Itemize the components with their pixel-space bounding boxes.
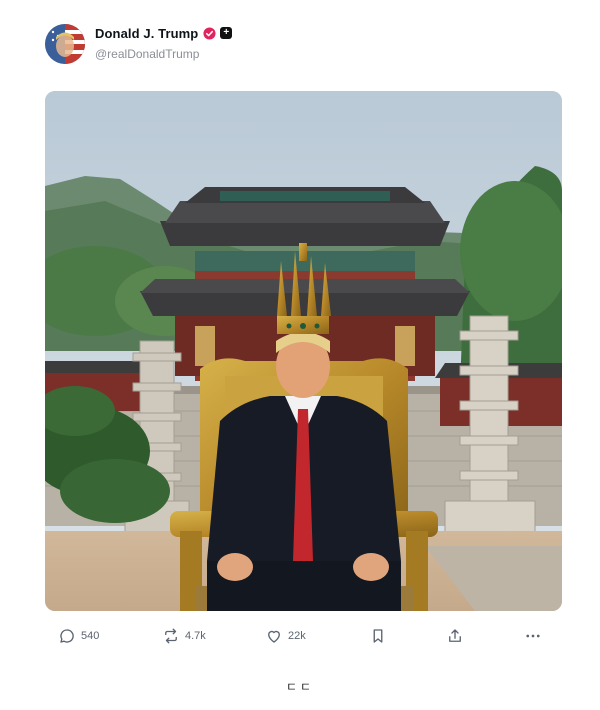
avatar[interactable] <box>45 24 85 64</box>
reply-count: 540 <box>81 630 100 642</box>
author-name-row: Donald J. Trump + <box>95 24 233 42</box>
footer-mark: ㄷㄷ <box>285 680 315 694</box>
action-bar: 540 4.7k 22k <box>0 624 600 648</box>
verified-badge-icon <box>203 26 216 40</box>
author-display-name[interactable]: Donald J. Trump <box>95 26 198 41</box>
heart-icon <box>268 630 280 643</box>
bookmark-button[interactable] <box>369 624 387 648</box>
post-image[interactable] <box>45 91 562 611</box>
repost-icon <box>165 628 177 644</box>
avatar-image <box>45 24 85 64</box>
reply-button[interactable]: 540 <box>58 624 99 648</box>
more-options-button[interactable] <box>524 624 542 648</box>
like-button[interactable]: 22k <box>265 624 306 648</box>
post-image-photo <box>45 91 562 611</box>
like-count: 22k <box>288 630 306 642</box>
more-icon <box>526 634 540 638</box>
author-handle[interactable]: @realDonaldTrump <box>95 47 199 61</box>
repost-button[interactable]: 4.7k <box>162 624 206 648</box>
share-icon <box>449 629 461 642</box>
reply-icon <box>60 629 74 643</box>
share-button[interactable] <box>446 624 464 648</box>
bookmark-icon <box>373 629 383 643</box>
post-card: Donald J. Trump + @realDonaldTrump 540 4… <box>0 0 600 710</box>
repost-count: 4.7k <box>185 630 206 642</box>
plus-badge-icon: + <box>220 27 233 39</box>
